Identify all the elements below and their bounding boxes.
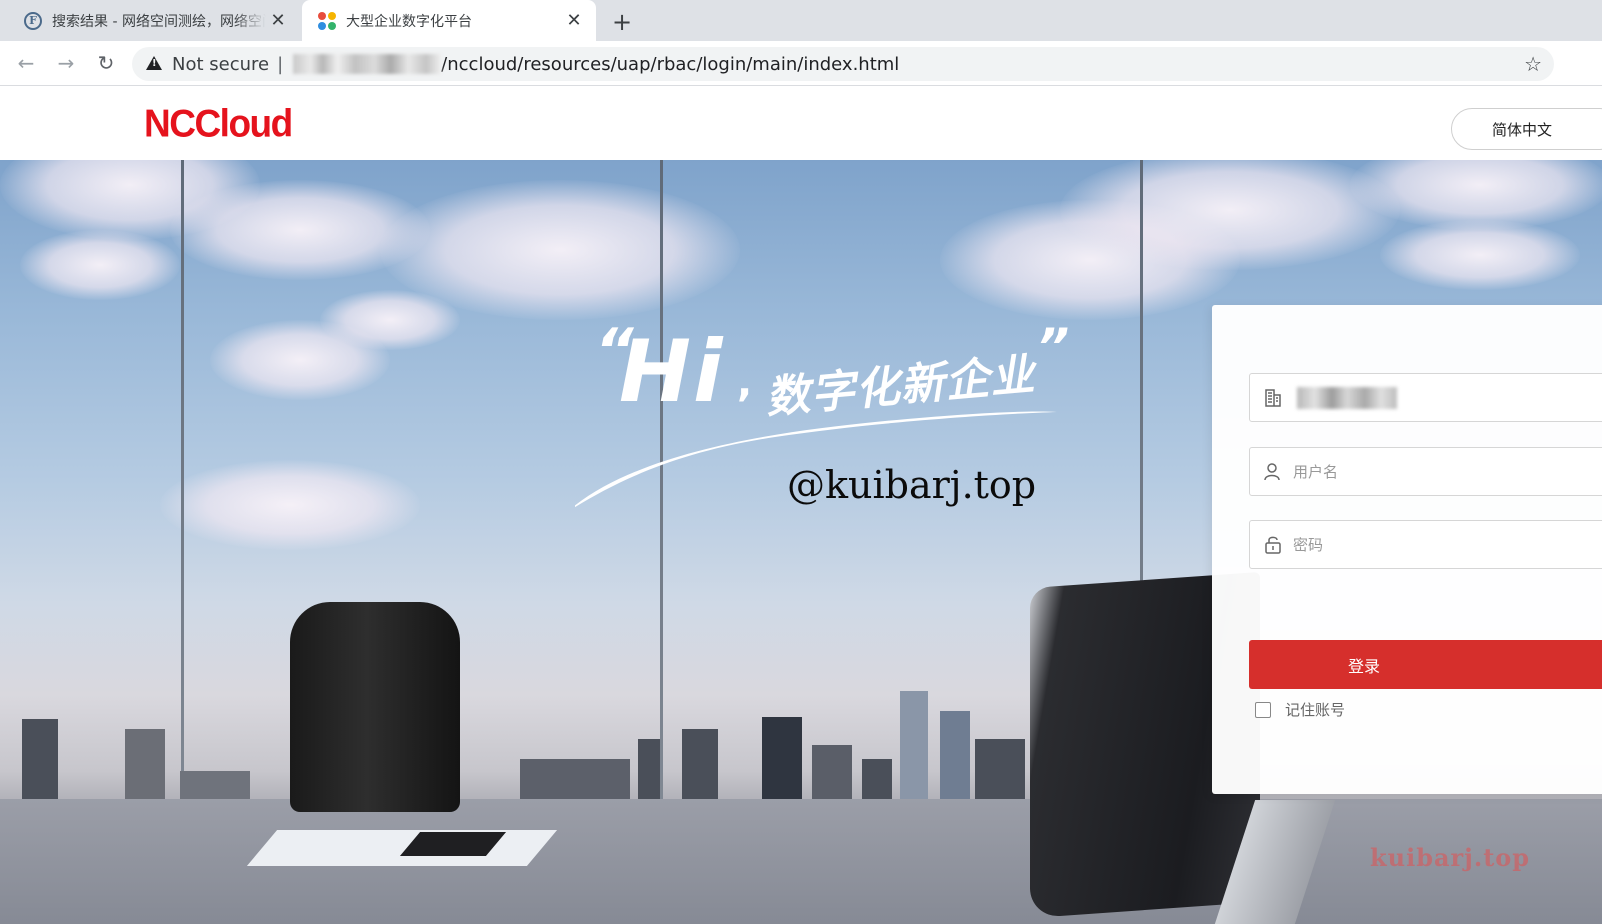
building	[975, 739, 1025, 799]
tab-title: 搜索结果 - 网络空间测绘，网络空间安全搜索引擎	[52, 13, 266, 30]
login-panel: 登录 记住账号	[1212, 305, 1602, 794]
watermark-text: @kuibarj.top	[787, 463, 1037, 507]
redacted-tenant	[1297, 386, 1397, 409]
cloud	[160, 460, 420, 550]
browser-tab-login[interactable]: 大型企业数字化平台 ✕	[302, 0, 596, 41]
redacted-host	[293, 54, 442, 74]
building	[682, 729, 718, 799]
building	[762, 717, 802, 799]
login-button[interactable]: 登录	[1249, 640, 1602, 689]
bookmark-star-icon[interactable]: ☆	[1524, 52, 1542, 76]
tenant-field[interactable]	[1249, 373, 1602, 422]
building	[125, 729, 165, 799]
building	[812, 745, 852, 799]
building	[900, 691, 928, 799]
slogan-comma: ,	[737, 360, 753, 406]
url-path: /nccloud/resources/uap/rbac/login/main/i…	[441, 53, 900, 75]
warning-icon[interactable]	[146, 56, 162, 72]
footer-watermark: kuibarj.top	[1370, 843, 1531, 872]
building	[180, 771, 250, 799]
page-header: NCCloud 简体中文	[0, 87, 1602, 160]
slogan-hi: Hi	[619, 322, 725, 422]
forward-button[interactable]: →	[52, 49, 80, 77]
building	[940, 711, 970, 799]
remember-label: 记住账号	[1285, 701, 1346, 719]
yonyou-icon	[318, 11, 336, 30]
quote-close: ”	[1037, 318, 1070, 376]
nccloud-logo: NCCloud	[144, 101, 293, 145]
back-button[interactable]: ←	[12, 49, 40, 77]
username-field[interactable]	[1249, 447, 1602, 496]
close-tab-icon[interactable]: ✕	[562, 9, 586, 33]
reload-button[interactable]: ↻	[92, 49, 120, 77]
desk-surface	[0, 799, 1602, 924]
building	[862, 759, 892, 799]
username-input[interactable]	[1293, 462, 1553, 481]
remember-account[interactable]: 记住账号	[1255, 699, 1345, 720]
building-icon	[1263, 388, 1283, 408]
notebook	[246, 830, 558, 866]
lock-icon	[1263, 535, 1283, 555]
address-separator: |	[277, 53, 284, 75]
new-tab-button[interactable]: +	[608, 8, 636, 36]
building	[520, 759, 630, 799]
cloud	[20, 230, 180, 300]
password-input[interactable]	[1293, 535, 1553, 554]
browser-toolbar: ← → ↻ Not secure | /nccloud/resources/ua…	[0, 41, 1602, 86]
office-chair	[290, 602, 460, 812]
user-icon	[1263, 462, 1283, 482]
language-selector[interactable]: 简体中文	[1451, 108, 1602, 150]
browser-tab-search-results[interactable]: F 搜索结果 - 网络空间测绘，网络空间安全搜索引擎 ✕	[8, 0, 300, 41]
password-field[interactable]	[1249, 520, 1602, 569]
remember-checkbox[interactable]	[1255, 701, 1271, 718]
security-label[interactable]: Not secure	[172, 54, 269, 75]
fofa-icon: F	[24, 11, 42, 30]
cloud	[320, 290, 460, 350]
tab-title: 大型企业数字化平台	[346, 13, 472, 30]
building	[638, 739, 660, 799]
close-tab-icon[interactable]: ✕	[266, 9, 290, 33]
browser-tab-strip: F 搜索结果 - 网络空间测绘，网络空间安全搜索引擎 ✕ 大型企业数字化平台 ✕…	[0, 0, 1602, 41]
building	[22, 719, 58, 799]
address-bar[interactable]: Not secure | /nccloud/resources/uap/rbac…	[132, 47, 1554, 81]
cloud	[1380, 220, 1580, 290]
